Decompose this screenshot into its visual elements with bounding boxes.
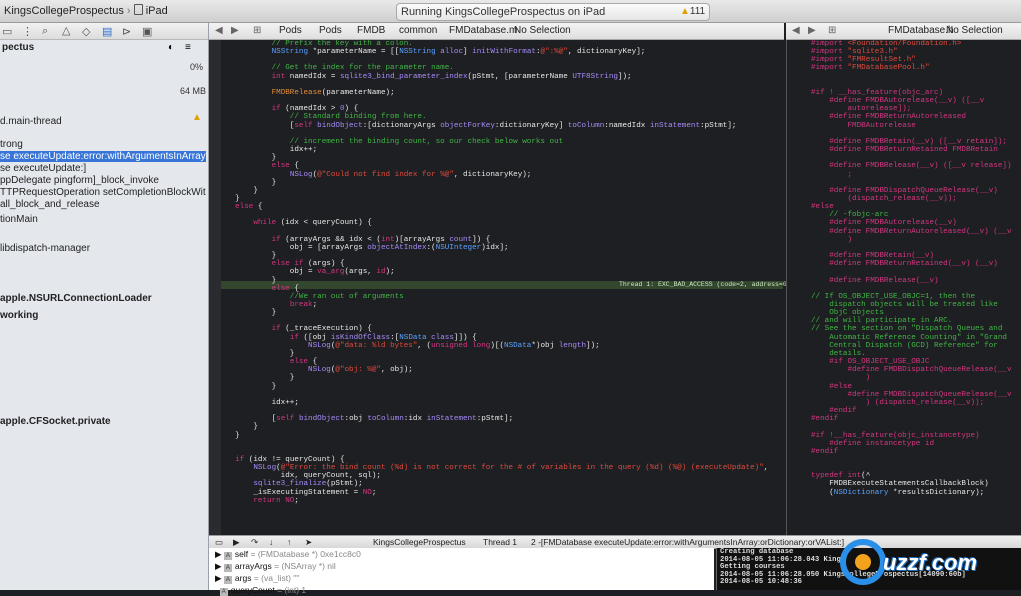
warning-count[interactable]: ▲111 [680,6,705,17]
jump-fmdb[interactable]: FMDB [357,25,385,36]
jump-pods-group[interactable]: Pods [319,25,342,36]
step-over-icon[interactable]: ↷ [251,537,258,548]
variable-row[interactable]: ▶ Aargs = (va_list) "" [215,573,299,584]
variable-row[interactable]: ▶ Aself = (FMDatabase *) 0xe1cc8c0 [215,549,361,560]
watermark-logo: uzzf.com [837,528,1021,590]
nav-back-icon[interactable]: ◀ [215,25,223,36]
related-icon[interactable]: ⊞ [253,25,261,36]
continue-icon[interactable]: ▶ [233,537,240,548]
editor-gutter[interactable] [209,40,221,535]
nav-row[interactable]: d.main-thread [0,116,206,127]
folder-icon[interactable]: ▭ [2,25,12,38]
nav-forward-icon[interactable]: ▶ [231,25,239,36]
variables-view: ▶ Aself = (FMDatabase *) 0xe1cc8c0 ▶ Aar… [209,548,714,596]
toolbar: KingsCollegeProspectus › iPad Running Ki… [0,0,1021,23]
watermark-text: uzzf.com [883,550,978,575]
nav-row[interactable]: TTPRequestOperation setCompletionBlockWi… [0,187,206,198]
nav-row-selected[interactable]: se executeUpdate:error:withArgumentsInAr… [0,151,206,162]
variable-type-icon: A [223,552,232,560]
nav-row[interactable]: working [0,310,206,321]
assistant-jump-bar: ◀ ▶ ⊞ FMDatabase.h No Selection [786,23,1021,40]
warning-nav-icon[interactable]: △ [62,24,70,37]
debug-thread[interactable]: Thread 1 [483,537,517,547]
jump-header-file[interactable]: FMDatabase.h [888,25,954,36]
variable-row[interactable]: ▶ AarrayArgs = (NSArray *) nil [215,561,336,572]
process-title: pectus [2,42,35,53]
breakpoint-icon[interactable]: ⊳ [122,25,131,38]
warning-icon: ▲ [680,6,690,17]
jump-common[interactable]: common [399,25,437,36]
console-line: 2014-08-05 10:48:36 [720,578,802,587]
hierarchy-icon[interactable]: ⋮ [22,25,33,38]
scheme-selector[interactable]: KingsCollegeProspectus › iPad [4,4,168,17]
variable-row[interactable]: AqueryCount = (int) 1 [215,585,306,596]
jump-file[interactable]: FMDatabase.m [449,25,517,36]
editor-jump-bar: ◀ ▶ ⊞ Pods Pods FMDB common FMDatabase.m… [209,23,784,40]
memory-value: 64 MB [180,86,207,96]
search-icon[interactable]: ⌕ [42,25,48,38]
variable-type-icon: A [223,576,232,584]
nav-back-icon[interactable]: ◀ [792,25,800,36]
navigator-tabs: ▭ ⋮ ⌕ △ ◇ ▤ ⊳ ▣ [0,23,208,40]
debug-nav-icon[interactable]: ▤ [102,25,112,38]
debug-target[interactable]: KingsCollegeProspectus [373,537,466,547]
assistant-editor[interactable]: #import <Foundation/Foundation.h> #impor… [786,40,1021,535]
nav-row[interactable]: trong [0,139,206,150]
nav-row[interactable]: tionMain [0,214,206,225]
hide-debug-icon[interactable]: ▭ [215,537,223,548]
scheme-name: KingsCollegeProspectus [4,5,124,17]
nav-row[interactable]: all_block_and_release [0,199,206,210]
variable-type-icon: A [223,564,232,572]
log-icon[interactable]: ▣ [142,25,152,38]
gauge-icon[interactable]: ◐ [168,42,174,53]
activity-viewer: Running KingsCollegeProspectus on iPad ▲… [396,3,710,21]
nav-forward-icon[interactable]: ▶ [808,25,816,36]
counterparts-icon[interactable]: ⊞ [828,25,836,36]
step-out-icon[interactable]: ↑ [287,537,291,547]
debug-frame[interactable]: 2 -[FMDatabase executeUpdate:error:withA… [531,537,844,547]
activity-text: Running KingsCollegeProspectus on iPad [401,6,606,18]
variable-type-icon: A [219,588,228,596]
nav-row[interactable]: libdispatch-manager [0,243,206,254]
nav-row[interactable]: ppDelegate pingform]_block_invoke [0,175,206,186]
exception-annotation: Thread 1: EXC_BAD_ACCESS (code=2, addres… [619,281,799,288]
device-icon [133,4,143,15]
jump-selection[interactable]: No Selection [514,25,571,36]
nav-row[interactable]: se executeUpdate:] [0,163,206,174]
step-in-icon[interactable]: ↓ [269,537,273,547]
nav-row[interactable]: apple.NSURLConnectionLoader [0,293,206,304]
location-icon[interactable]: ➤ [305,537,312,548]
device-name: iPad [145,5,168,17]
test-icon[interactable]: ◇ [82,25,90,38]
menu-icon[interactable]: ≡ [185,42,191,53]
cpu-value: 0% [190,62,204,72]
nav-row[interactable]: apple.CFSocket.private [0,416,206,427]
jump-right-selection[interactable]: No Selection [946,25,1003,36]
jump-pods-project[interactable]: Pods [279,25,302,36]
debug-navigator [0,23,209,590]
